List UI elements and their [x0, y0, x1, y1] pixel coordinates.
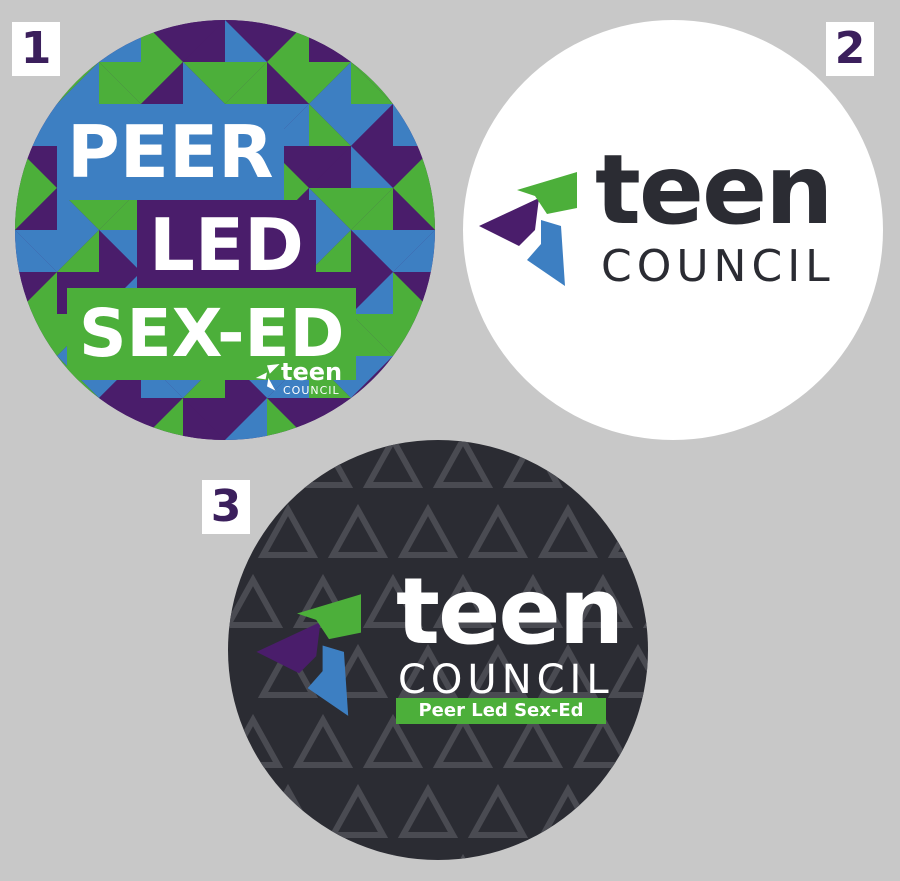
watermark-triangle [292, 440, 354, 488]
headline-line-1: PEER [57, 104, 284, 200]
watermark-triangle [432, 713, 494, 768]
logo-word-council: COUNCIL [601, 241, 835, 292]
watermark-triangle [292, 713, 354, 768]
watermark-triangle [362, 440, 424, 488]
triangle-swirl-logo-icon [479, 172, 577, 286]
watermark-triangle [257, 783, 319, 838]
logo-word-teen: teen [595, 134, 833, 246]
watermark-triangle [607, 503, 648, 558]
watermark-triangle [467, 783, 529, 838]
watermark-triangle [572, 440, 634, 488]
watermark-triangle [502, 713, 564, 768]
watermark-triangle [228, 713, 284, 768]
headline-line-2: LED [137, 200, 316, 290]
watermark-triangle [257, 503, 319, 558]
watermark-triangle [327, 503, 389, 558]
mini-logo-council: COUNCIL [283, 384, 340, 397]
watermark-triangle [397, 503, 459, 558]
triangle-swirl-logo-icon [255, 364, 280, 391]
tagline-badge: Peer Led Sex-Ed [396, 698, 606, 724]
sticker-teen-council-dark: teen COUNCIL Peer Led Sex-Ed [228, 440, 648, 860]
mini-logo-teen: teen [281, 358, 343, 386]
watermark-triangle [432, 440, 494, 488]
logo-word-council: COUNCIL [398, 657, 614, 703]
watermark-triangle [502, 440, 564, 488]
watermark-triangle [397, 783, 459, 838]
triangle-swirl-logo-icon [256, 594, 361, 716]
sticker-teen-council-white: teen COUNCIL [463, 20, 883, 440]
logo-word-teen: teen [396, 558, 624, 665]
sticker-peer-led-sex-ed: PEER LED SEX-ED teen COUNCIL [15, 20, 435, 440]
watermark-triangle [607, 783, 648, 838]
watermark-triangle [362, 713, 424, 768]
watermark-triangle [228, 440, 284, 488]
watermark-triangle [537, 783, 599, 838]
mini-teen-council-logo: teen COUNCIL [253, 358, 363, 402]
sticker-number-2: 2 [826, 22, 874, 76]
watermark-triangle [537, 503, 599, 558]
watermark-triangle [467, 503, 529, 558]
watermark-triangle [572, 713, 634, 768]
watermark-triangle [327, 783, 389, 838]
